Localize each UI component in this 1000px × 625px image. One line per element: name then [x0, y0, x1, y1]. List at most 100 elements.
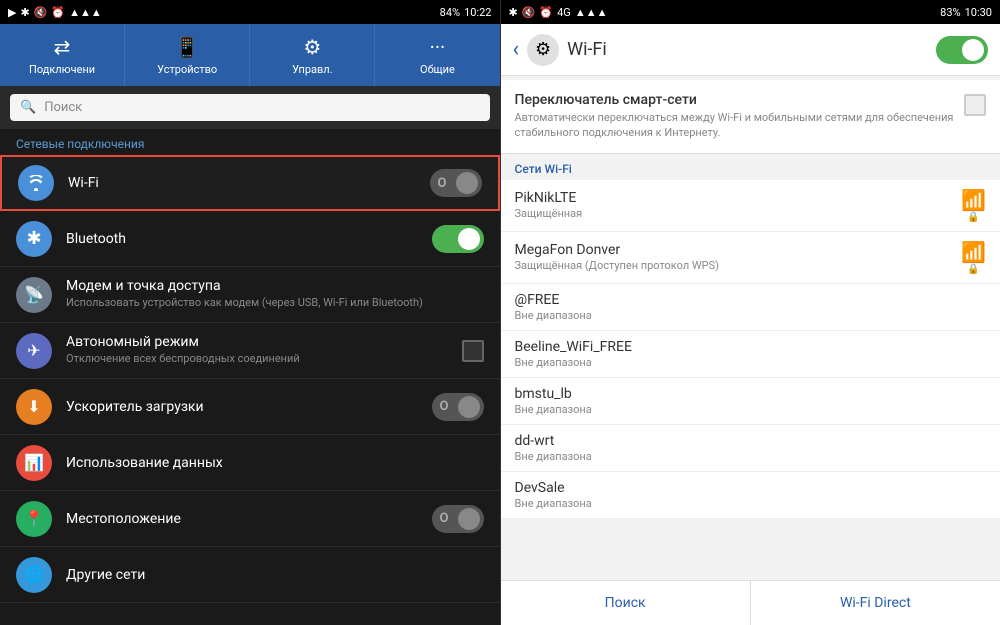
menu-item-bluetooth[interactable]: ✱ Bluetooth	[0, 211, 500, 267]
battery-right: 83%	[940, 6, 960, 19]
bottom-buttons: Поиск Wi-Fi Direct	[501, 580, 1000, 625]
network-list: PikNikLTE Защищённая 📶 🔒 MegaFon Donver …	[501, 180, 1000, 580]
menu-item-airplane[interactable]: ✈ Автономный режим Отключение всех беспр…	[0, 323, 500, 379]
lock-icon-2: 🔒	[967, 264, 979, 275]
network-bmstu-info: bmstu_lb Вне диапазона	[515, 386, 987, 416]
left-status-bar: ▶ ✱ 🔇 ⏰ ▲▲▲ 84% 10:22	[0, 0, 500, 24]
download-content: Ускоритель загрузки	[66, 399, 432, 415]
tab-manage-label: Управл.	[292, 63, 332, 76]
network-bmstu[interactable]: bmstu_lb Вне диапазона	[501, 378, 1000, 425]
smart-switch-title: Переключатель смарт-сети	[515, 92, 955, 108]
other-title: Другие сети	[66, 567, 484, 583]
network-devsale-info: DevSale Вне диапазона	[515, 480, 987, 510]
network-ddwrt-info: dd-wrt Вне диапазона	[515, 433, 987, 463]
manage-icon: ⚙	[303, 35, 321, 59]
menu-item-location[interactable]: 📍 Местоположение	[0, 491, 500, 547]
general-icon: ···	[430, 35, 446, 59]
right-status-bar: ✱ 🔇 ⏰ 4G ▲▲▲ 83% 10:30	[501, 0, 1000, 24]
right-status-right: 83% 10:30	[940, 6, 992, 19]
other-content: Другие сети	[66, 567, 484, 583]
bt-toggle-knob	[458, 228, 480, 250]
data-icon: 📊	[16, 445, 52, 481]
left-panel: ▶ ✱ 🔇 ⏰ ▲▲▲ 84% 10:22 ⇄ Подключени 📱 Уст…	[0, 0, 500, 625]
network-free[interactable]: @FREE Вне диапазона	[501, 284, 1000, 331]
airplane-title: Автономный режим	[66, 334, 462, 350]
play-icon: ▶	[8, 6, 16, 19]
back-arrow-icon[interactable]: ‹	[513, 37, 520, 62]
menu-item-download[interactable]: ⬇ Ускоритель загрузки	[0, 379, 500, 435]
network-free-name: @FREE	[515, 292, 987, 308]
menu-item-data[interactable]: 📊 Использование данных	[0, 435, 500, 491]
network-megafon-info: MegaFon Donver Защищённая (Доступен прот…	[515, 242, 962, 272]
network-devsale[interactable]: DevSale Вне диапазона	[501, 472, 1000, 519]
tab-device[interactable]: 📱 Устройство	[125, 24, 250, 86]
wifi-icon	[18, 165, 54, 201]
wifi-gear-icon[interactable]: ⚙	[527, 34, 559, 66]
wifi-header: ‹ ⚙ Wi-Fi	[501, 24, 1000, 76]
wifi-direct-button[interactable]: Wi-Fi Direct	[751, 581, 1000, 625]
wifi-master-toggle-knob	[962, 39, 984, 61]
bluetooth-content: Bluetooth	[66, 231, 432, 247]
network-free-status: Вне диапазона	[515, 309, 987, 322]
network-piknik[interactable]: PikNikLTE Защищённая 📶 🔒	[501, 180, 1000, 232]
airplane-subtitle: Отключение всех беспроводных соединений	[66, 352, 462, 366]
network-free-info: @FREE Вне диапазона	[515, 292, 987, 322]
tab-connections[interactable]: ⇄ Подключени	[0, 24, 125, 86]
tab-manage[interactable]: ⚙ Управл.	[250, 24, 375, 86]
battery-left: 84%	[440, 6, 460, 19]
location-toggle[interactable]	[432, 505, 484, 533]
wifi-signal-icon-2: 📶	[961, 240, 986, 264]
download-toggle-knob	[458, 396, 480, 418]
download-title: Ускоритель загрузки	[66, 399, 432, 415]
wifi-toggle[interactable]	[430, 169, 482, 197]
bt-icon: ✱	[20, 6, 29, 19]
airplane-icon: ✈	[16, 333, 52, 369]
bt-toggle[interactable]	[432, 225, 484, 253]
other-icon: 🌐	[16, 557, 52, 593]
menu-item-wifi[interactable]: Wi-Fi	[0, 155, 500, 211]
network-beeline-status: Вне диапазона	[515, 356, 987, 369]
tab-connections-label: Подключени	[29, 63, 95, 76]
network-piknik-info: PikNikLTE Защищённая	[515, 190, 962, 220]
smart-switch-desc: Автоматически переключаться между Wi-Fi …	[515, 110, 955, 141]
network-piknik-status: Защищённая	[515, 207, 962, 220]
network-ddwrt-status: Вне диапазона	[515, 450, 987, 463]
bluetooth-icon: ✱	[16, 221, 52, 257]
menu-item-modem[interactable]: 📡 Модем и точка доступа Использовать уст…	[0, 267, 500, 323]
tab-bar: ⇄ Подключени 📱 Устройство ⚙ Управл. ··· …	[0, 24, 500, 86]
smart-switch-card: Переключатель смарт-сети Автоматически п…	[501, 80, 1000, 154]
mute-icon: 🔇	[34, 6, 48, 19]
network-beeline[interactable]: Beeline_WiFi_FREE Вне диапазона	[501, 331, 1000, 378]
wifi-signal-icon: 📶	[961, 188, 986, 212]
bluetooth-title: Bluetooth	[66, 231, 432, 247]
search-input-container[interactable]: 🔍 Поиск	[10, 94, 490, 121]
right-4g-icon: 4G	[557, 6, 571, 19]
time-left: 10:22	[464, 6, 491, 19]
time-right: 10:30	[965, 6, 992, 19]
modem-subtitle: Использовать устройство как модем (через…	[66, 296, 484, 310]
left-status-left: ▶ ✱ 🔇 ⏰ ▲▲▲	[8, 6, 102, 19]
network-ddwrt[interactable]: dd-wrt Вне диапазона	[501, 425, 1000, 472]
wifi-master-toggle[interactable]	[936, 36, 988, 64]
airplane-content: Автономный режим Отключение всех беспров…	[66, 334, 462, 366]
tab-general[interactable]: ··· Общие	[375, 24, 499, 86]
search-button[interactable]: Поиск	[501, 581, 751, 625]
data-title: Использование данных	[66, 455, 484, 471]
network-devsale-status: Вне диапазона	[515, 497, 987, 510]
download-toggle[interactable]	[432, 393, 484, 421]
smart-switch-checkbox[interactable]	[964, 94, 986, 116]
modem-content: Модем и точка доступа Использовать устро…	[66, 278, 484, 310]
right-panel: ✱ 🔇 ⏰ 4G ▲▲▲ 83% 10:30 ‹ ⚙ Wi-Fi Переклю…	[501, 0, 1000, 625]
lock-icon: 🔒	[967, 212, 979, 223]
network-devsale-name: DevSale	[515, 480, 987, 496]
search-icon: 🔍	[20, 100, 36, 115]
location-icon: 📍	[16, 501, 52, 537]
left-status-right: 84% 10:22	[440, 6, 492, 19]
menu-item-other[interactable]: 🌐 Другие сети	[0, 547, 500, 603]
location-toggle-knob	[458, 508, 480, 530]
network-megafon[interactable]: MegaFon Donver Защищённая (Доступен прот…	[501, 232, 1000, 284]
alarm-icon: ⏰	[51, 6, 65, 19]
network-bmstu-name: bmstu_lb	[515, 386, 987, 402]
airplane-checkbox[interactable]	[462, 340, 484, 362]
data-content: Использование данных	[66, 455, 484, 471]
